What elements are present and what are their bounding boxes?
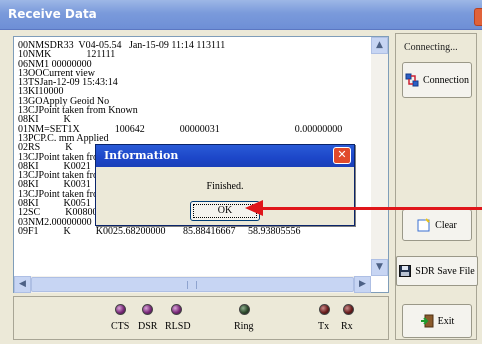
sdr-save-file-button[interactable]: SDR Save File	[396, 256, 478, 286]
title-bar[interactable]: Receive Data	[0, 0, 482, 30]
annotation-arrow-icon	[245, 200, 263, 216]
scroll-left-icon[interactable]: ◀	[14, 276, 31, 293]
tx-label: Tx	[318, 321, 330, 332]
exit-door-icon	[420, 314, 434, 328]
right-panel: Connecting... Connection Clear SDR Save …	[395, 33, 478, 340]
connection-status: Connecting...	[404, 42, 458, 53]
rlsd-led-icon	[171, 304, 182, 315]
annotation-arrow-line	[262, 207, 482, 210]
rx-led-icon	[343, 304, 354, 315]
ring-led-icon	[239, 304, 250, 315]
connection-button[interactable]: Connection	[402, 62, 472, 98]
scroll-up-icon[interactable]: ▲	[371, 37, 388, 54]
data-line: 09F1 K K0025.68200000 85.88416667 58.938…	[18, 225, 301, 237]
data-line: 13TSJan-12-09 15:43:14	[18, 77, 118, 89]
clear-button[interactable]: Clear	[402, 209, 472, 241]
tx-led-icon	[319, 304, 330, 315]
dialog-title: Information	[104, 149, 179, 162]
window-title: Receive Data	[8, 7, 97, 21]
horizontal-scrollbar[interactable]: ◀ ▶	[14, 276, 371, 293]
save-floppy-icon	[399, 265, 412, 277]
rlsd-label: RLSD	[165, 321, 191, 332]
clear-label: Clear	[435, 219, 457, 231]
dsr-led-icon	[142, 304, 153, 315]
dialog-close-icon[interactable]: ✕	[333, 147, 351, 164]
exit-label: Exit	[437, 315, 455, 327]
exit-button[interactable]: Exit	[402, 304, 472, 338]
horizontal-scroll-thumb[interactable]	[31, 277, 354, 292]
window-close-icon[interactable]	[474, 8, 482, 26]
cts-label: CTS	[111, 321, 130, 332]
connection-icon	[405, 73, 419, 87]
information-dialog: Information ✕ Finished. OK	[95, 144, 355, 226]
signal-indicators: CTS DSR RLSD Ring Tx Rx	[13, 296, 389, 340]
clear-icon	[417, 218, 430, 232]
vertical-scrollbar[interactable]: ▲ ▼	[371, 37, 388, 276]
ring-label: Ring	[234, 321, 254, 332]
dialog-message: Finished.	[206, 181, 244, 192]
scroll-right-icon[interactable]: ▶	[354, 276, 371, 293]
sdr-save-file-label: SDR Save File	[415, 265, 475, 277]
receive-data-window: Receive Data 00NMSDR33 V04-05.54 Jan-15-…	[0, 0, 482, 344]
cts-led-icon	[115, 304, 126, 315]
dsr-label: DSR	[138, 321, 158, 332]
connection-label: Connection	[422, 74, 470, 86]
rx-label: Rx	[341, 321, 353, 332]
scroll-down-icon[interactable]: ▼	[371, 259, 388, 276]
dialog-title-bar[interactable]: Information ✕	[96, 145, 354, 167]
